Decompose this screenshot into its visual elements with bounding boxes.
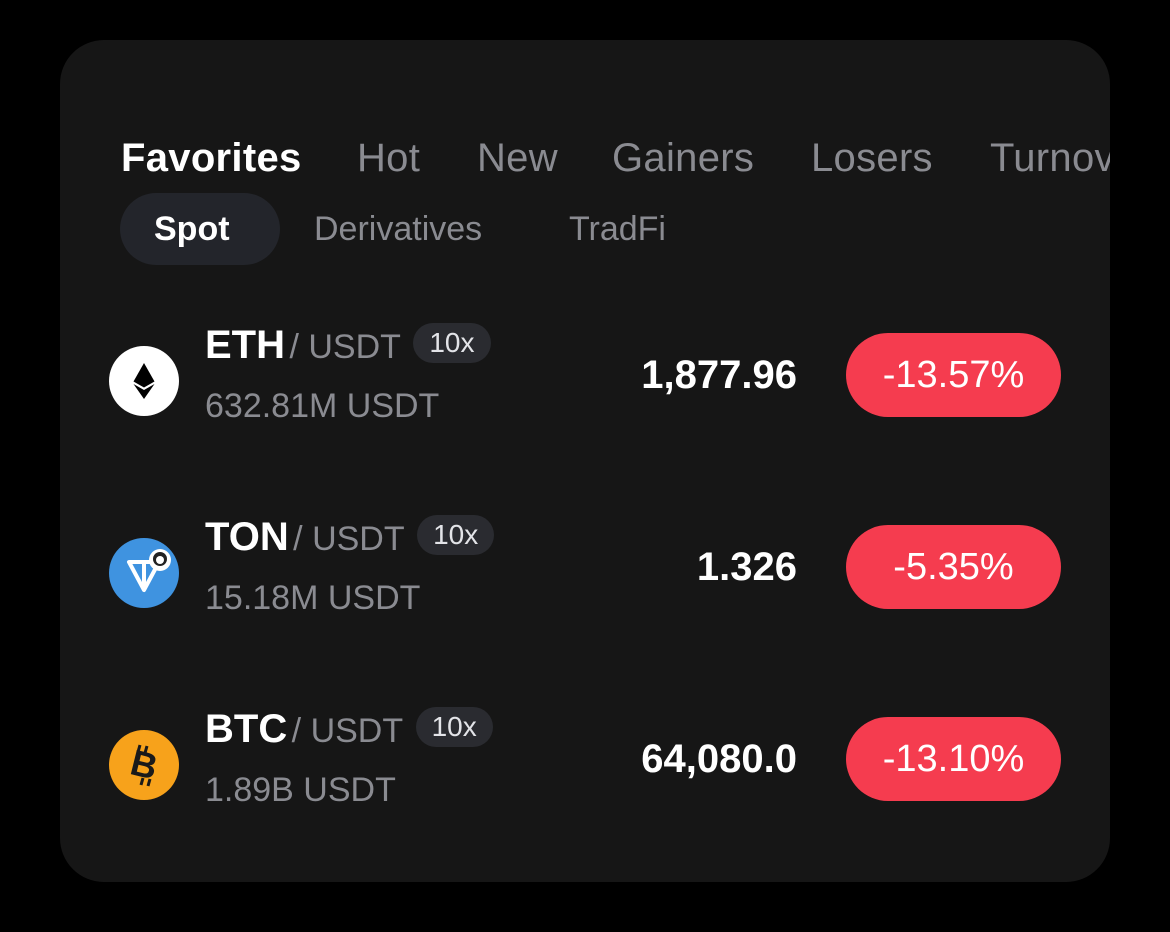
base-symbol: TON	[205, 515, 289, 559]
change-badge[interactable]: -13.57%	[846, 333, 1061, 417]
leverage-badge: 10x	[413, 323, 491, 363]
quote-symbol: / USDT	[289, 328, 401, 366]
market-card: Favorites Hot New Gainers Losers Turnove…	[60, 40, 1110, 882]
tab-turnover[interactable]: Turnover	[990, 132, 1110, 184]
pair-label: ETH / USDT 10x	[205, 320, 491, 370]
market-row-eth[interactable]: ETH / USDT 10x 632.81M USDT 1,877.96 -13…	[60, 320, 1110, 470]
toncoin-icon	[109, 538, 179, 608]
change-badge[interactable]: -13.10%	[846, 717, 1061, 801]
tab-new[interactable]: New	[477, 132, 558, 184]
tab-losers[interactable]: Losers	[811, 132, 933, 184]
last-price: 1.326	[696, 545, 797, 589]
pair-label: TON / USDT 10x	[205, 512, 495, 562]
market-row-ton[interactable]: TON / USDT 10x 15.18M USDT 1.326 -5.35%	[60, 512, 1110, 662]
tab-hot[interactable]: Hot	[357, 132, 420, 184]
leverage-badge: 10x	[417, 515, 495, 555]
leverage-badge: 10x	[415, 707, 493, 747]
tab-gainers[interactable]: Gainers	[612, 132, 754, 184]
base-symbol: BTC	[205, 707, 288, 751]
volume-24h: 1.89B USDT	[205, 771, 396, 809]
quote-symbol: / USDT	[293, 520, 405, 558]
volume-24h: 15.18M USDT	[205, 579, 421, 617]
market-tabs: Favorites Hot New Gainers Losers Turnove…	[60, 132, 1110, 192]
pair-label: BTC / USDT 10x	[205, 704, 493, 754]
base-symbol: ETH	[205, 323, 285, 367]
market-row-btc[interactable]: B BTC / USDT 10x 1.89B USDT 64,080.0 -13…	[60, 704, 1110, 854]
quote-symbol: / USDT	[291, 712, 404, 750]
subtab-tradfi[interactable]: TradFi	[569, 207, 666, 251]
bitcoin-icon: B	[109, 730, 179, 800]
last-price: 1,877.96	[641, 353, 797, 397]
ethereum-icon	[109, 346, 179, 416]
volume-24h: 632.81M USDT	[205, 387, 440, 425]
tab-favorites[interactable]: Favorites	[121, 132, 302, 184]
subtab-spot[interactable]: Spot	[154, 207, 230, 251]
subtab-derivatives[interactable]: Derivatives	[314, 207, 482, 251]
change-badge[interactable]: -5.35%	[846, 525, 1061, 609]
last-price: 64,080.0	[641, 737, 797, 781]
